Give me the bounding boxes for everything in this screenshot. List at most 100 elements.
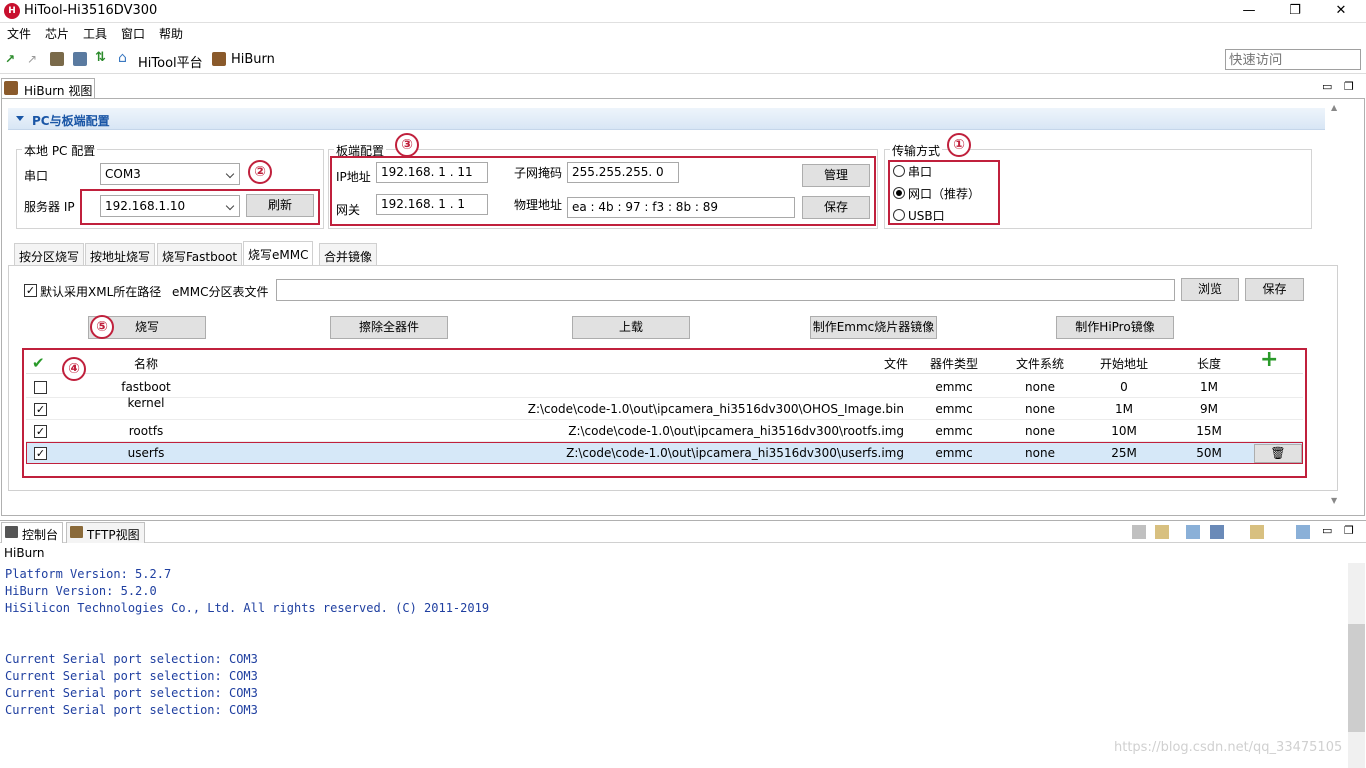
row-length: 1M — [1200, 380, 1218, 394]
partition-file-input[interactable] — [276, 279, 1175, 301]
serial-port-select[interactable]: COM3 — [100, 163, 240, 185]
home-icon[interactable]: ⌂ — [118, 50, 132, 66]
console-minimize-icon[interactable] — [1296, 525, 1310, 539]
menu-file[interactable]: 文件 — [7, 25, 31, 42]
header-file: 文件 — [883, 357, 908, 371]
console-line: Current Serial port selection: COM3 — [5, 669, 258, 683]
console-line: HiBurn Version: 5.2.0 — [5, 584, 157, 598]
tab-partition-burn[interactable]: 按分区烧写 — [14, 243, 85, 265]
partition-file-label: eMMC分区表文件 — [172, 285, 269, 299]
radio-serial-label: 串口 — [908, 165, 933, 179]
console-line: Current Serial port selection: COM3 — [5, 703, 258, 717]
gateway-field[interactable]: 192.168. 1 . 1 — [376, 194, 488, 215]
xml-path-checkbox[interactable]: ✓ — [24, 284, 37, 297]
row-start: 25M — [1111, 446, 1137, 460]
browse-button[interactable]: 浏览 — [1181, 278, 1239, 301]
connect-icon[interactable]: ↗ — [5, 52, 19, 66]
refresh-button[interactable]: 刷新 — [246, 194, 314, 217]
emmc-save-button[interactable]: 保存 — [1245, 278, 1304, 301]
header-length: 长度 — [1196, 357, 1221, 371]
row-length: 15M — [1196, 424, 1222, 438]
tab-merge-image[interactable]: 合并镜像 — [319, 243, 378, 265]
mask-label: 子网掩码 — [514, 166, 563, 180]
local-pc-label: 本地 PC 配置 — [22, 142, 98, 159]
quick-access-input[interactable] — [1225, 49, 1361, 70]
row-checkbox[interactable]: ✓ — [34, 403, 47, 416]
radio-usb-label: USB口 — [908, 209, 945, 223]
pin-console-icon[interactable] — [1186, 525, 1200, 539]
tab-fastboot-burn[interactable]: 烧写Fastboot — [157, 243, 243, 265]
maximize-button[interactable]: ❐ — [1272, 0, 1318, 23]
mac-field[interactable]: ea : 4b : 97 : f3 : 8b : 89 — [567, 197, 795, 218]
tab-emmc-burn[interactable]: 烧写eMMC — [243, 241, 314, 266]
section-title[interactable]: PC与板端配置 — [8, 108, 1325, 130]
make-hipro-image-button[interactable]: 制作HiPro镜像 — [1056, 316, 1174, 339]
row-checkbox[interactable] — [34, 381, 47, 394]
serial-icon[interactable] — [73, 52, 87, 66]
console-min-icon[interactable]: ▭ — [1322, 524, 1332, 537]
console-line: HiSilicon Technologies Co., Ltd. All rig… — [5, 601, 490, 615]
row-checkbox[interactable]: ✓ — [34, 447, 47, 460]
hitool-platform-button[interactable]: HiTool平台 — [138, 52, 203, 71]
console-line: Current Serial port selection: COM3 — [5, 652, 258, 666]
menu-chip[interactable]: 芯片 — [45, 25, 69, 42]
menu-bar — [0, 23, 1366, 43]
upload-button[interactable]: 上载 — [572, 316, 690, 339]
display-console-icon[interactable] — [1210, 525, 1224, 539]
title-bar — [0, 0, 1366, 23]
row-name: fastboot — [121, 380, 171, 394]
menu-tools[interactable]: 工具 — [83, 25, 107, 42]
menu-help[interactable]: 帮助 — [159, 25, 183, 42]
manage-button[interactable]: 管理 — [802, 164, 870, 187]
open-console-icon[interactable] — [1250, 525, 1264, 539]
radio-network[interactable] — [893, 187, 905, 199]
console-title: HiBurn — [4, 546, 45, 560]
add-row-icon[interactable]: + — [1260, 349, 1278, 371]
transfer-label: 传输方式 — [890, 142, 943, 159]
header-fs: 文件系统 — [1015, 357, 1064, 371]
select-all-check-icon[interactable]: ✔ — [32, 354, 45, 373]
scroll-up-icon[interactable]: ▲ — [1331, 103, 1337, 112]
scroll-lock-icon[interactable] — [1155, 525, 1169, 539]
view-maximize-icon[interactable]: ❐ — [1344, 80, 1354, 93]
transfer-icon[interactable]: ⇅ — [95, 50, 109, 65]
row-file: Z:\code\code-1.0\out\ipcamera_hi3516dv30… — [527, 402, 904, 416]
menu-window[interactable]: 窗口 — [121, 25, 145, 42]
view-minimize-icon[interactable]: ▭ — [1322, 80, 1332, 93]
make-emmc-image-button[interactable]: 制作Emmc烧片器镜像 — [810, 316, 937, 339]
console-max-icon[interactable]: ❐ — [1344, 524, 1354, 537]
row-checkbox[interactable]: ✓ — [34, 425, 47, 438]
radio-usb[interactable] — [893, 209, 905, 221]
close-button[interactable]: ✕ — [1318, 0, 1364, 23]
disconnect-icon[interactable]: ↗ — [27, 52, 41, 66]
row-start: 0 — [1120, 380, 1128, 394]
tab-address-burn[interactable]: 按地址烧写 — [85, 243, 156, 265]
clear-console-icon[interactable] — [1132, 525, 1146, 539]
row-file: Z:\code\code-1.0\out\ipcamera_hi3516dv30… — [566, 446, 904, 460]
console-output[interactable]: Platform Version: 5.2.7 HiBurn Version: 5… — [1, 563, 1348, 768]
mac-label: 物理地址 — [514, 198, 563, 212]
serial-port-value: COM3 — [105, 167, 141, 181]
delete-row-button[interactable]: 🗑 — [1254, 444, 1302, 463]
server-ip-select[interactable]: 192.168.1.10 — [100, 195, 240, 217]
toolbar — [0, 44, 1366, 74]
erase-all-button[interactable]: 擦除全器件 — [330, 316, 448, 339]
chip-icon[interactable] — [50, 52, 64, 66]
minimize-button[interactable]: — — [1226, 0, 1272, 23]
scroll-down-icon[interactable]: ▼ — [1331, 496, 1337, 505]
row-length: 50M — [1196, 446, 1222, 460]
server-ip-label: 服务器 IP — [24, 200, 75, 214]
board-save-button[interactable]: 保存 — [802, 196, 870, 219]
mask-field[interactable]: 255.255.255. 0 — [567, 162, 679, 183]
row-fs: none — [1025, 380, 1055, 394]
watermark: https://blog.csdn.net/qq_33475105 — [1114, 740, 1343, 755]
ip-field[interactable]: 192.168. 1 . 11 — [376, 162, 488, 183]
hiburn-button[interactable]: HiBurn — [231, 52, 275, 67]
hiburn-icon — [212, 52, 226, 66]
console-scroll-thumb[interactable] — [1348, 624, 1365, 732]
radio-serial[interactable] — [893, 165, 905, 177]
ip-label: IP地址 — [336, 170, 371, 184]
radio-network-label: 网口（推荐） — [908, 187, 981, 201]
collapse-arrow-icon[interactable] — [16, 116, 24, 121]
